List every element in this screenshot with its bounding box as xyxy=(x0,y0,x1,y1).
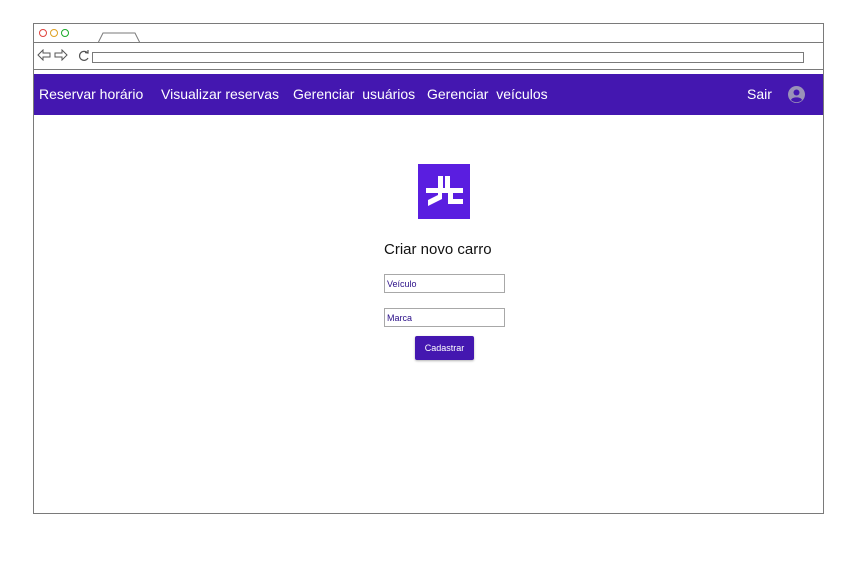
brand-logo-icon xyxy=(418,164,470,219)
nav-gerenciar-usuarios[interactable]: Gerenciar usuários xyxy=(293,86,415,102)
close-window-button[interactable] xyxy=(39,29,47,37)
browser-titlebar xyxy=(34,24,823,43)
maximize-window-button[interactable] xyxy=(61,29,69,37)
nav-visualizar-reservas[interactable]: Visualizar reservas xyxy=(161,86,279,102)
brand-input[interactable] xyxy=(384,308,505,327)
minimize-window-button[interactable] xyxy=(50,29,58,37)
top-navbar: Reservar horário Visualizar reservas Ger… xyxy=(34,74,823,115)
user-circle-icon[interactable] xyxy=(788,86,805,103)
browser-window: Reservar horário Visualizar reservas Ger… xyxy=(33,23,824,514)
forward-arrow-icon[interactable] xyxy=(54,49,68,61)
page-title: Criar novo carro xyxy=(384,241,492,258)
vehicle-input[interactable] xyxy=(384,274,505,293)
cadastrar-button[interactable]: Cadastrar xyxy=(415,336,474,360)
nav-reservar-horario[interactable]: Reservar horário xyxy=(39,86,143,102)
reload-icon[interactable] xyxy=(78,50,90,62)
nav-gerenciar-veiculos[interactable]: Gerenciar veículos xyxy=(427,86,548,102)
back-arrow-icon[interactable] xyxy=(37,49,51,61)
address-bar-row xyxy=(34,43,823,70)
url-input[interactable] xyxy=(92,52,804,63)
logout-link[interactable]: Sair xyxy=(747,86,772,102)
browser-tab[interactable] xyxy=(98,32,140,43)
